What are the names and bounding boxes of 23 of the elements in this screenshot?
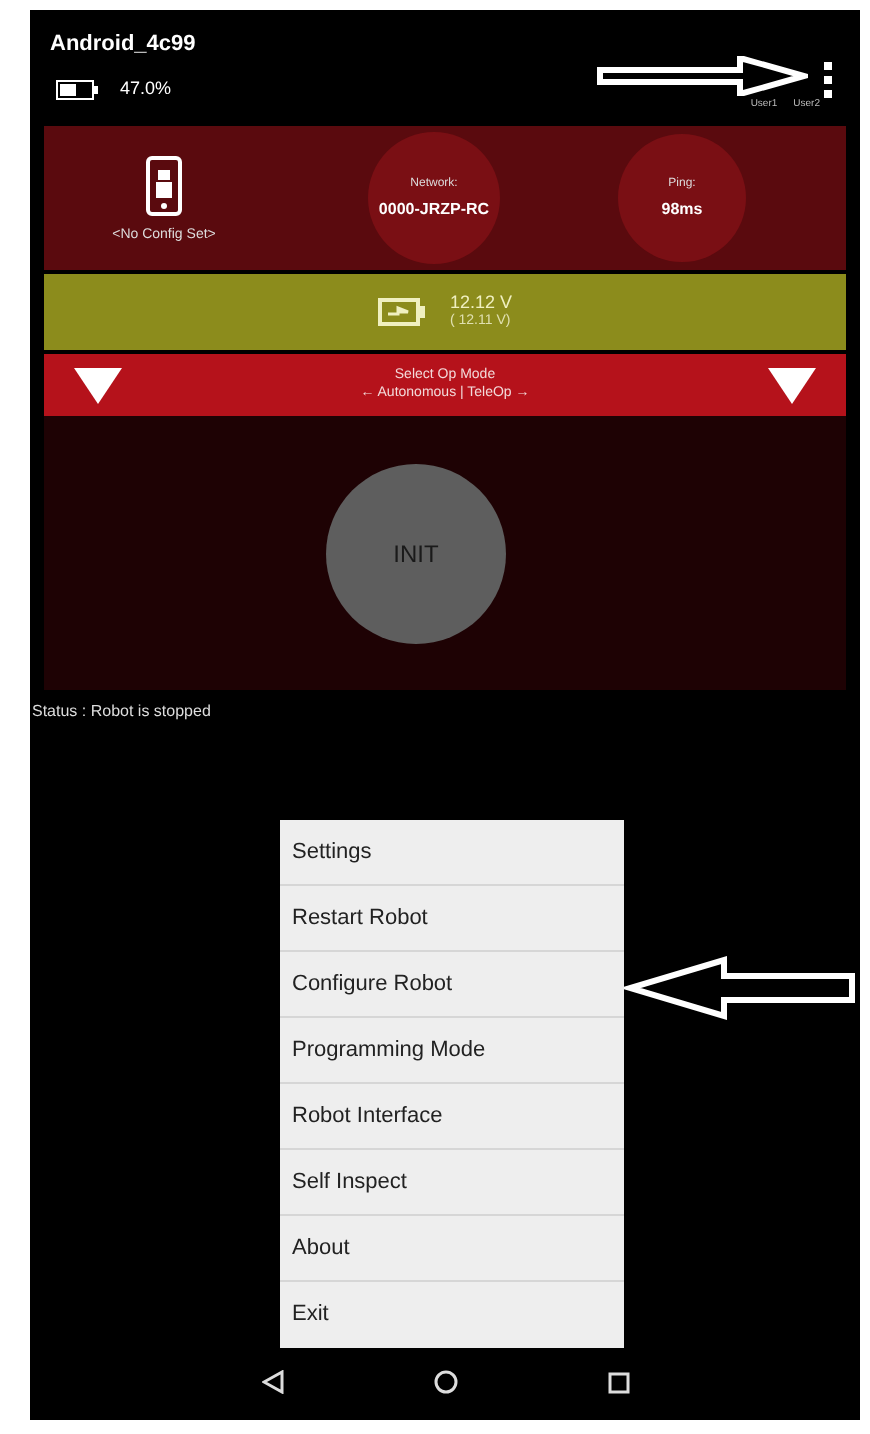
back-icon[interactable] <box>261 1370 283 1394</box>
more-vertical-icon[interactable] <box>824 62 832 98</box>
menu-item[interactable]: Programming Mode <box>280 1018 624 1084</box>
dropdown-triangle-icon[interactable] <box>74 367 122 403</box>
ping-value: 98ms <box>661 197 703 221</box>
menu-item[interactable]: Self Inspect <box>280 1150 624 1216</box>
phone-robot-icon <box>146 155 182 215</box>
battery-charging-icon <box>377 298 426 326</box>
dropdown-triangle-icon[interactable] <box>767 367 816 403</box>
menu-item[interactable]: Restart Robot <box>280 886 624 952</box>
menu-item[interactable]: About <box>280 1216 624 1282</box>
home-icon[interactable] <box>433 1370 457 1394</box>
voltage-value: 12.12 V <box>449 292 513 313</box>
recent-apps-icon[interactable] <box>607 1371 629 1393</box>
menu-item[interactable]: Exit <box>280 1282 624 1348</box>
battery-percent: 47.0% <box>120 76 172 102</box>
menu-item[interactable]: Configure Robot <box>280 952 624 1018</box>
network-name: 0000-JRZP-RC <box>378 197 490 221</box>
menu-item[interactable]: Robot Interface <box>280 1084 624 1150</box>
battery-icon <box>56 79 100 100</box>
status-text: Status : Robot is stopped <box>32 700 211 724</box>
device-name: Android_4c99 <box>50 34 196 56</box>
menu-item[interactable]: Settings <box>280 820 624 886</box>
